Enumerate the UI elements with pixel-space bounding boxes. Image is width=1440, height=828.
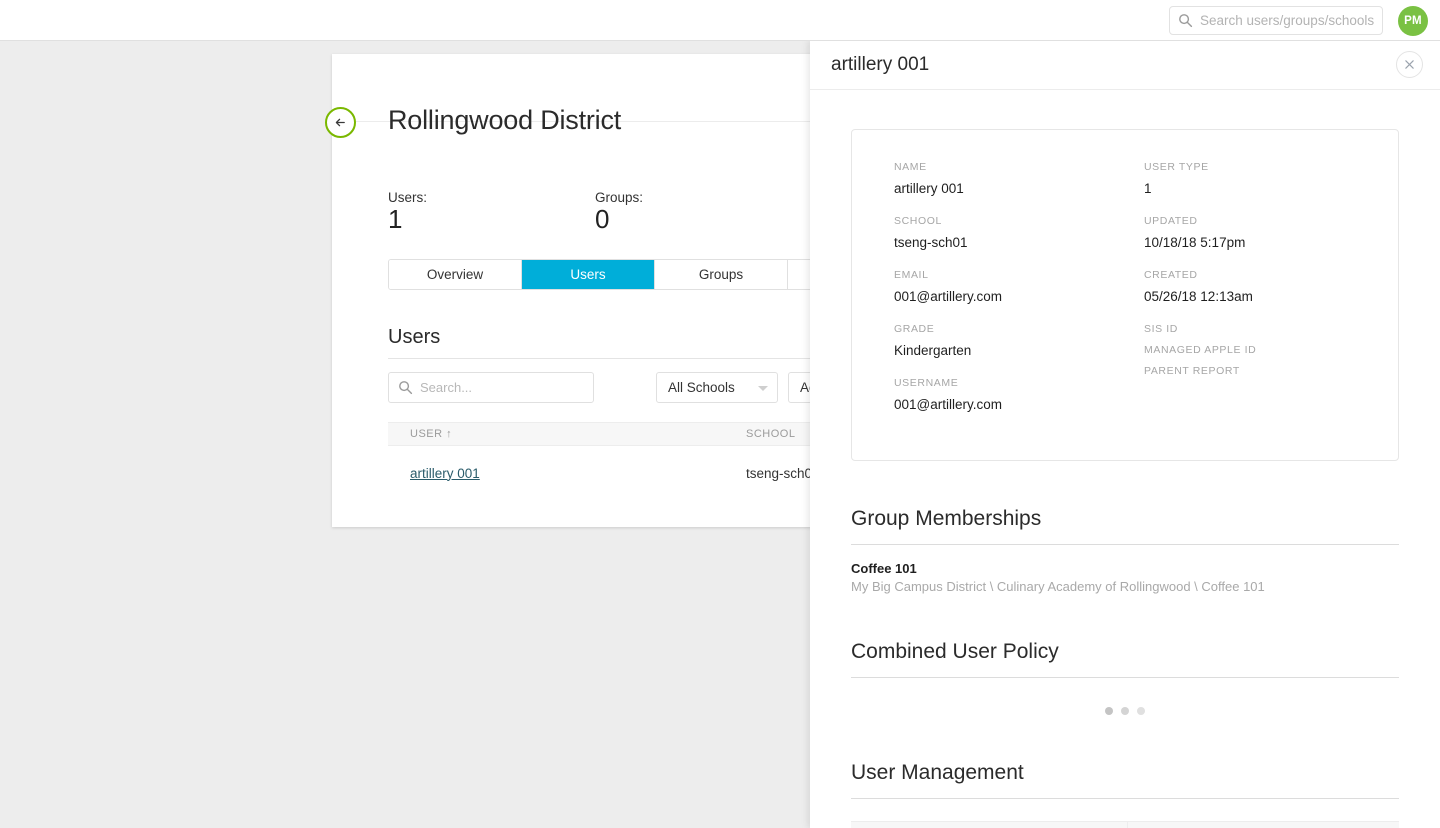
field-label-sis-id: SIS ID xyxy=(1144,323,1178,335)
user-management-heading: User Management xyxy=(851,761,1024,784)
field-value-school: tseng-sch01 xyxy=(894,235,968,250)
user-link[interactable]: artillery 001 xyxy=(410,466,480,481)
stat-users-label: Users: xyxy=(388,190,428,205)
field-label-updated: UPDATED xyxy=(1144,215,1198,227)
panel-body: NAME artillery 001 SCHOOL tseng-sch01 EM… xyxy=(810,129,1440,828)
tab-overview[interactable]: Overview xyxy=(389,260,522,289)
search-icon xyxy=(1179,14,1193,28)
field-label-managed-apple-id: MANAGED APPLE ID xyxy=(1144,344,1257,356)
panel-header: artillery 001 xyxy=(810,41,1440,90)
user-management-table: ACTION Clear SSP Cache Clear xyxy=(851,821,1399,828)
combined-user-policy-divider xyxy=(851,677,1399,678)
field-label-created: CREATED xyxy=(1144,269,1198,281)
stat-users: Users: 1 xyxy=(388,190,427,233)
tab-users[interactable]: Users xyxy=(522,260,655,289)
loading-dot xyxy=(1121,707,1129,715)
loading-indicator xyxy=(851,707,1399,715)
school-filter-value: All Schools xyxy=(668,380,735,395)
loading-dot xyxy=(1137,707,1145,715)
field-label-username: USERNAME xyxy=(894,377,959,389)
field-label-parent-report: PARENT REPORT xyxy=(1144,365,1240,377)
column-header-user[interactable]: USER ↑ xyxy=(388,428,724,440)
group-path: My Big Campus District \ Culinary Academ… xyxy=(851,579,1265,594)
field-value-user-type: 1 xyxy=(1144,181,1152,196)
group-memberships-heading: Group Memberships xyxy=(851,507,1042,530)
loading-dot xyxy=(1105,707,1113,715)
field-value-email: 001@artillery.com xyxy=(894,289,1002,304)
search-icon xyxy=(399,381,413,395)
user-management-table-header: ACTION xyxy=(851,821,1399,828)
top-bar: PM xyxy=(0,0,1440,41)
users-search[interactable] xyxy=(388,372,594,403)
stat-groups-label: Groups: xyxy=(595,190,644,205)
user-management-divider xyxy=(851,798,1399,799)
column-header-action: ACTION xyxy=(851,821,1128,828)
field-value-grade: Kindergarten xyxy=(894,343,972,358)
list-item[interactable]: Coffee 101 My Big Campus District \ Culi… xyxy=(851,561,1399,594)
arrow-left-icon xyxy=(335,118,345,127)
combined-user-policy-heading: Combined User Policy xyxy=(851,640,1059,663)
field-label-grade: GRADE xyxy=(894,323,935,335)
chevron-down-icon xyxy=(758,386,768,391)
tab-groups[interactable]: Groups xyxy=(655,260,788,289)
field-value-created: 05/26/18 12:13am xyxy=(1144,289,1253,304)
avatar-initials: PM xyxy=(1404,15,1422,27)
users-section-title: Users xyxy=(388,326,441,348)
users-search-input[interactable] xyxy=(420,380,584,395)
stat-users-value: 1 xyxy=(388,204,403,234)
school-filter-select[interactable]: All Schools xyxy=(656,372,778,403)
column-header-school[interactable]: SCHOOL xyxy=(724,428,795,440)
field-value-updated: 10/18/18 5:17pm xyxy=(1144,235,1246,250)
avatar[interactable]: PM xyxy=(1398,6,1428,36)
close-icon xyxy=(1405,60,1414,69)
user-info-card: NAME artillery 001 SCHOOL tseng-sch01 EM… xyxy=(851,129,1399,461)
field-label-email: EMAIL xyxy=(894,269,929,281)
stat-groups-value: 0 xyxy=(595,204,610,234)
field-value-username: 001@artillery.com xyxy=(894,397,1002,412)
field-value-name: artillery 001 xyxy=(894,181,964,196)
stat-groups: Groups: 0 xyxy=(595,190,643,233)
cell-user: artillery 001 xyxy=(388,466,724,481)
close-panel-button[interactable] xyxy=(1396,51,1423,78)
user-info-right-column: USER TYPE 1 UPDATED 10/18/18 5:17pm CREA… xyxy=(1106,161,1356,431)
user-detail-panel: artillery 001 NAME artillery 001 SCHOOL … xyxy=(810,41,1440,828)
cell-school: tseng-sch01 xyxy=(746,465,820,481)
user-info-left-column: NAME artillery 001 SCHOOL tseng-sch01 EM… xyxy=(894,161,1106,431)
field-label-name: NAME xyxy=(894,161,927,173)
group-memberships-divider xyxy=(851,544,1399,545)
panel-title: artillery 001 xyxy=(831,54,930,75)
global-search[interactable] xyxy=(1169,6,1383,35)
group-name: Coffee 101 xyxy=(851,561,917,576)
field-label-school: SCHOOL xyxy=(894,215,942,227)
field-label-user-type: USER TYPE xyxy=(1144,161,1209,173)
global-search-input[interactable] xyxy=(1200,13,1374,28)
app-root: PM Rollingwood District Users: 1 Groups:… xyxy=(0,0,1440,828)
back-button[interactable] xyxy=(325,107,356,138)
district-stats: Users: 1 Groups: 0 xyxy=(388,190,811,233)
page-title: Rollingwood District xyxy=(388,105,622,135)
